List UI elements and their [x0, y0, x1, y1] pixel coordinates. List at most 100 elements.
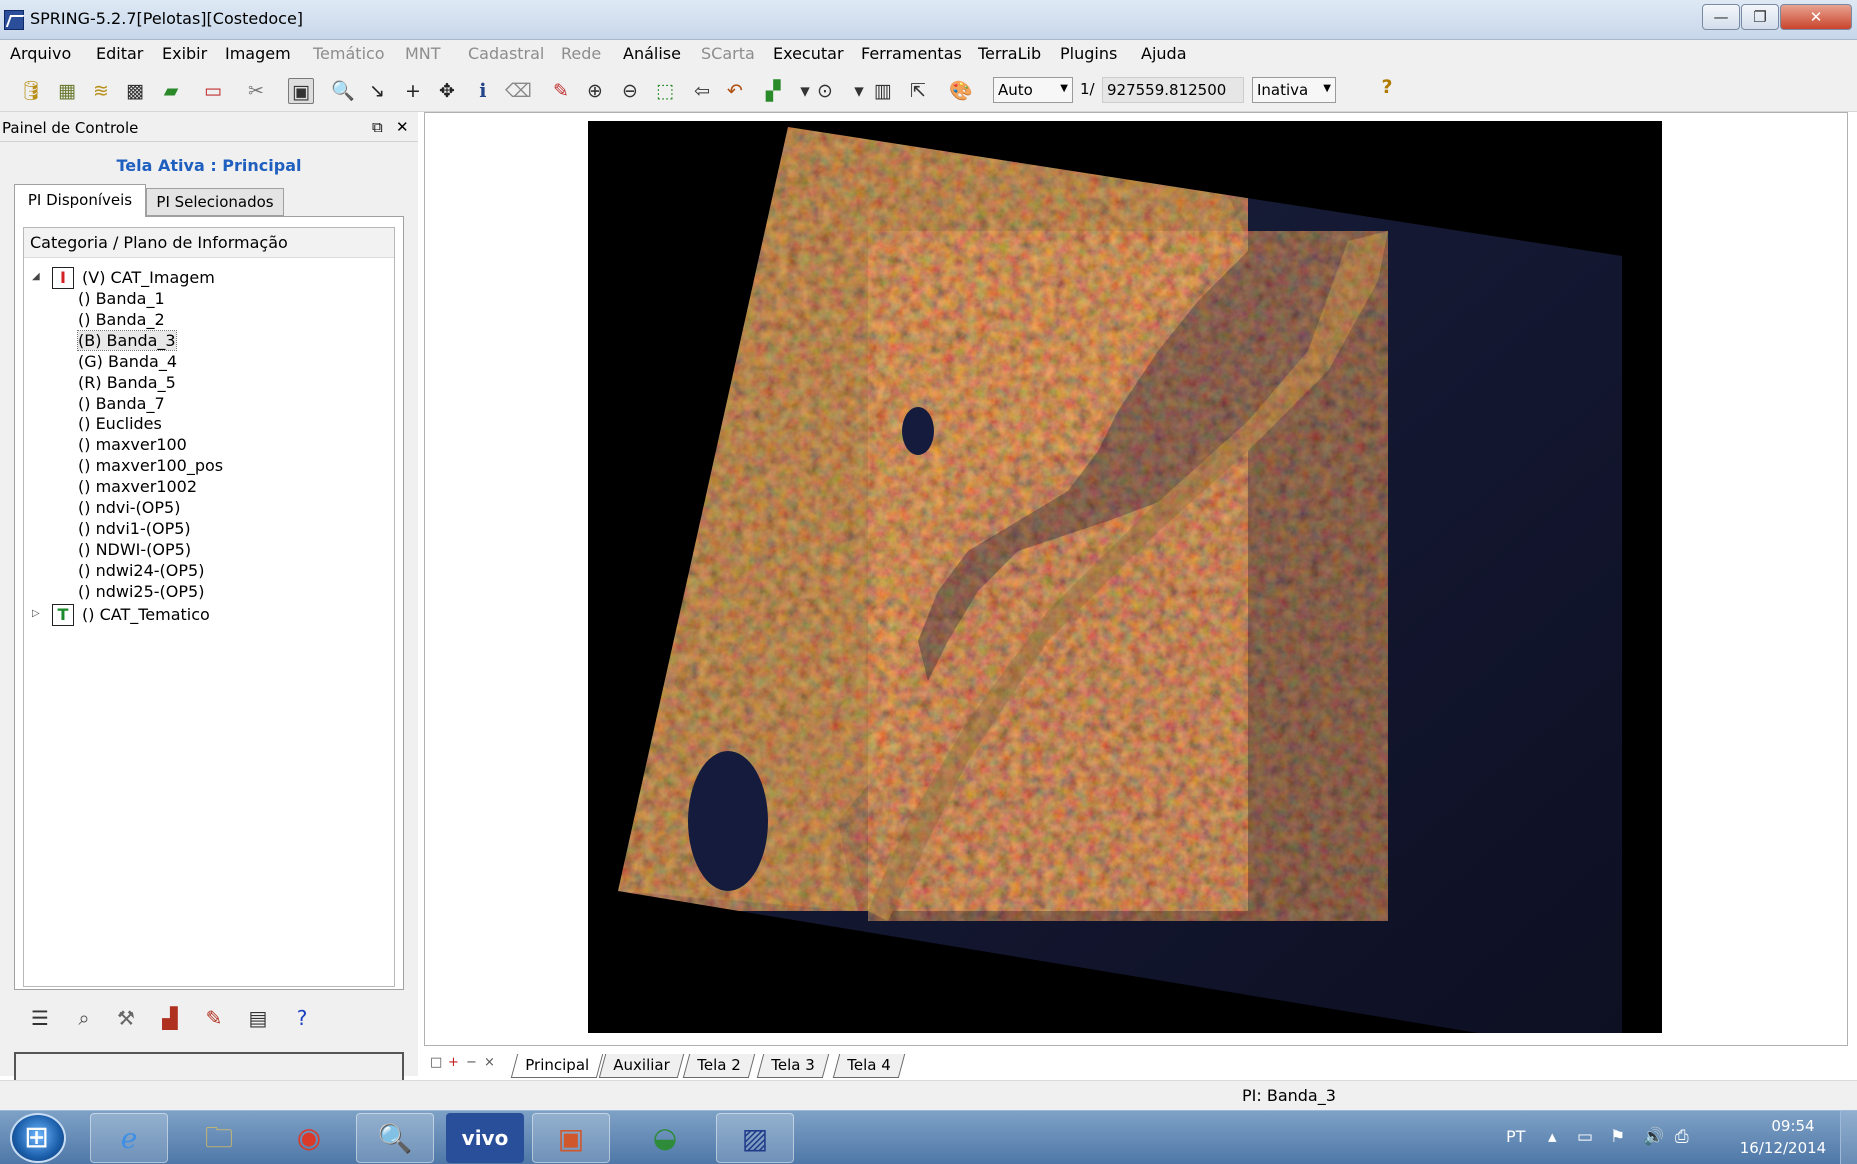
screen-tab-tela-2[interactable]: Tela 2: [682, 1054, 755, 1078]
menu-an-lise[interactable]: Análise: [623, 44, 681, 63]
screen-icon[interactable]: ▭: [200, 78, 226, 104]
search-icon[interactable]: 🔍: [330, 78, 356, 104]
start-button[interactable]: [10, 1113, 66, 1163]
zoom-in-icon[interactable]: ⊕: [582, 78, 608, 104]
pan-icon[interactable]: ✥: [434, 78, 460, 104]
tree-item-10[interactable]: () ndvi-(OP5): [78, 498, 180, 517]
project-icon[interactable]: ▦: [54, 78, 80, 104]
eraser-icon[interactable]: ⌫: [505, 78, 532, 104]
maximize-button[interactable]: ❐: [1741, 4, 1779, 30]
close-button[interactable]: ✕: [1780, 4, 1852, 30]
expand-icon[interactable]: ▷: [32, 608, 40, 619]
tree-item-4[interactable]: (R) Banda_5: [78, 373, 176, 392]
tray-expand-icon[interactable]: ▴: [1548, 1127, 1557, 1147]
menu-exibir[interactable]: Exibir: [162, 44, 207, 63]
database-icon[interactable]: 🛢: [18, 78, 44, 104]
edit-icon[interactable]: ✎: [200, 1004, 228, 1032]
undo-icon[interactable]: ↶: [722, 78, 748, 104]
collapse-icon[interactable]: ◢: [32, 271, 40, 282]
layers-icon[interactable]: ≋: [88, 78, 114, 104]
screen-tab-tela-3[interactable]: Tela 3: [756, 1054, 829, 1078]
clock-date[interactable]: 16/12/2014: [1733, 1139, 1833, 1157]
help-icon[interactable]: ?: [288, 1004, 316, 1032]
tab-pi-selecionados[interactable]: PI Selecionados: [146, 188, 284, 216]
zoom-out-icon[interactable]: ⊖: [617, 78, 643, 104]
info-icon[interactable]: ℹ: [470, 78, 496, 104]
spring-app-icon[interactable]: ▨: [716, 1113, 794, 1163]
zoom-area-icon[interactable]: ⬚: [652, 78, 678, 104]
powerpoint-icon[interactable]: ▣: [532, 1113, 610, 1163]
panel-close-icon[interactable]: ✕: [396, 118, 409, 136]
minimize-button[interactable]: —: [1702, 4, 1740, 30]
legend-icon[interactable]: ▤: [244, 1004, 272, 1032]
volume-tray-icon[interactable]: 🔊: [1643, 1127, 1664, 1147]
menu-ajuda[interactable]: Ajuda: [1141, 44, 1187, 63]
tree-item-14[interactable]: () ndwi25-(OP5): [78, 582, 204, 601]
chart-icon[interactable]: ▟: [156, 1004, 184, 1032]
help-icon[interactable]: ?: [1374, 74, 1400, 100]
flag-tray-icon[interactable]: ⚑: [1610, 1127, 1625, 1147]
zoom-mode-select[interactable]: Auto: [993, 77, 1073, 103]
tree-item-11[interactable]: () ndvi1-(OP5): [78, 519, 191, 538]
polygon-icon[interactable]: ▰: [158, 78, 184, 104]
category-0[interactable]: (V) CAT_Imagem: [82, 268, 215, 287]
tree-item-2[interactable]: (B) Banda_3: [77, 329, 177, 351]
menu-editar[interactable]: Editar: [96, 44, 143, 63]
tree-item-3[interactable]: (G) Banda_4: [78, 352, 177, 371]
menu-scarta[interactable]: SCarta: [701, 44, 755, 63]
palette-icon[interactable]: 🎨: [948, 78, 974, 104]
tree-item-0[interactable]: () Banda_1: [78, 289, 165, 308]
category-1[interactable]: () CAT_Tematico: [82, 605, 210, 624]
scale-input[interactable]: 927559.812500: [1102, 77, 1244, 103]
dropdown2-icon[interactable]: ▾: [846, 78, 872, 104]
screen-tab-auxiliar[interactable]: Auxiliar: [598, 1054, 684, 1078]
show-desktop-button[interactable]: [1840, 1111, 1857, 1164]
tree-item-7[interactable]: () maxver100: [78, 435, 187, 454]
magnifier-app-icon[interactable]: 🔍: [356, 1113, 434, 1163]
tools-icon[interactable]: ⚒: [112, 1004, 140, 1032]
cut-icon[interactable]: ✂: [243, 78, 269, 104]
display-icon[interactable]: ▣: [288, 78, 314, 104]
tree-item-12[interactable]: () NDWI-(OP5): [78, 540, 191, 559]
tab-pi-disponiveis[interactable]: PI Disponíveis: [14, 184, 146, 217]
zoom-level-icon[interactable]: ⊙: [812, 78, 838, 104]
chrome-icon[interactable]: ◉: [270, 1113, 348, 1163]
cursor-mode-select[interactable]: Inativa: [1252, 77, 1336, 103]
clock-time[interactable]: 09:54: [1753, 1117, 1833, 1135]
menu-terralib[interactable]: TerraLib: [978, 44, 1041, 63]
tree-item-1[interactable]: () Banda_2: [78, 310, 165, 329]
screen-control-0[interactable]: □: [430, 1055, 442, 1070]
screen-control-1[interactable]: +: [448, 1055, 459, 1070]
properties-icon[interactable]: ⌕: [70, 1004, 98, 1032]
menu-plugins[interactable]: Plugins: [1060, 44, 1117, 63]
internet-explorer-icon[interactable]: ℯ: [90, 1113, 168, 1163]
language-indicator[interactable]: PT: [1506, 1127, 1525, 1146]
leaf-app-icon[interactable]: ◒: [626, 1113, 704, 1163]
tree-item-8[interactable]: () maxver100_pos: [78, 456, 223, 475]
menu-arquivo[interactable]: Arquivo: [10, 44, 71, 63]
menu-executar[interactable]: Executar: [773, 44, 844, 63]
tree-item-9[interactable]: () maxver1002: [78, 477, 197, 496]
tree-item-13[interactable]: () ndwi24-(OP5): [78, 561, 204, 580]
cursor-icon[interactable]: ↘: [364, 78, 390, 104]
menu-imagem[interactable]: Imagem: [225, 44, 291, 63]
menu-mnt[interactable]: MNT: [405, 44, 441, 63]
crosshair-icon[interactable]: +: [400, 78, 426, 104]
screen-control-2[interactable]: −: [466, 1055, 477, 1070]
float-icon[interactable]: ⧉: [372, 118, 383, 136]
list-icon[interactable]: ☰: [26, 1004, 54, 1032]
screen-control-3[interactable]: ×: [484, 1055, 495, 1070]
menu-ferramentas[interactable]: Ferramentas: [861, 44, 962, 63]
pencil-icon[interactable]: ✎: [548, 78, 574, 104]
power-tray-icon[interactable]: ⎙: [1675, 1127, 1689, 1147]
file-explorer-icon[interactable]: 🗀: [180, 1113, 258, 1163]
network-tray-icon[interactable]: ▭: [1577, 1127, 1593, 1147]
grid-icon[interactable]: ▩: [122, 78, 148, 104]
menu-rede[interactable]: Rede: [561, 44, 601, 63]
screen-tab-tela-4[interactable]: Tela 4: [832, 1054, 905, 1078]
tree-item-6[interactable]: () Euclides: [78, 414, 162, 433]
menu-cadastral[interactable]: Cadastral: [468, 44, 544, 63]
vivo-app-icon[interactable]: vivo: [446, 1113, 524, 1163]
table-icon[interactable]: ▥: [870, 78, 896, 104]
back-icon[interactable]: ⇦: [689, 78, 715, 104]
